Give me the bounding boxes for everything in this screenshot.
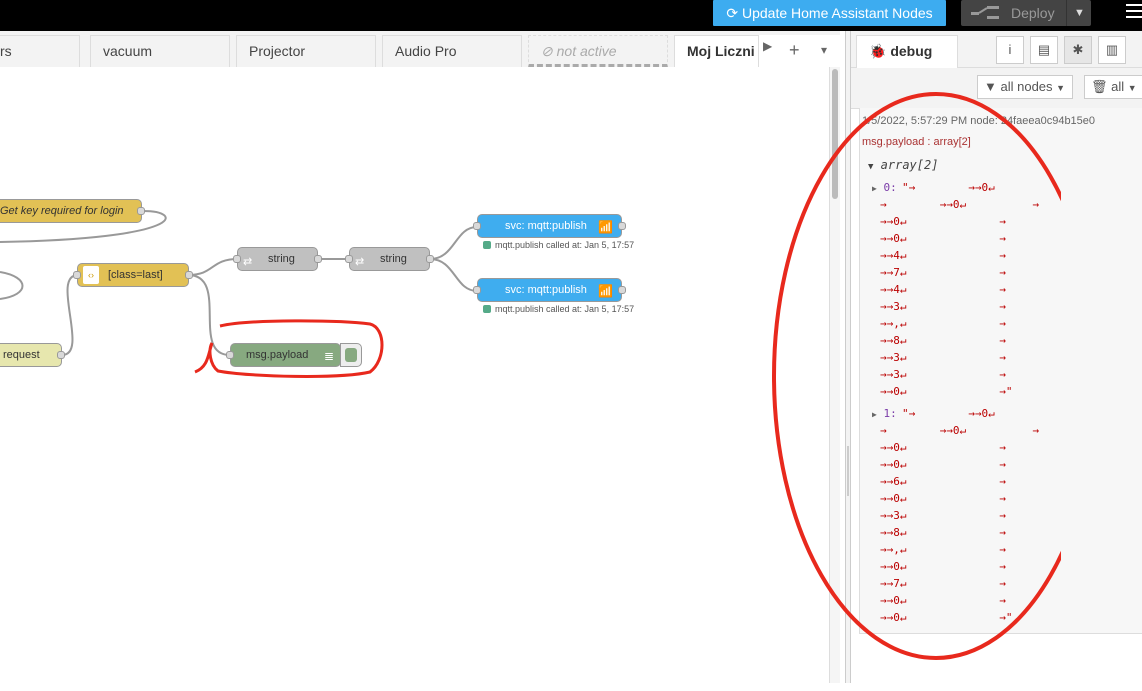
bug-icon: 🐞 (869, 43, 891, 59)
update-ha-nodes-button[interactable]: ⟳ Update Home Assistant Nodes (713, 0, 946, 26)
info-icon[interactable]: i (996, 36, 1024, 64)
clear-messages-dropdown[interactable]: 🗑 all ▼ (1084, 75, 1142, 99)
tab-audio-pro[interactable]: Audio Pro (382, 35, 522, 67)
flow-canvas[interactable]: Get key required for login ‹› [class=las… (0, 67, 840, 683)
node-status-1: mqtt.publish called at: Jan 5, 17:57 (483, 240, 634, 250)
function-node-get-key[interactable]: Get key required for login (0, 199, 145, 223)
tab-rs[interactable]: rs (0, 35, 80, 67)
router-icon: 📶 (598, 220, 613, 234)
workspace-tabs: rs vacuum Projector Audio Pro ⊘ not acti… (0, 31, 841, 68)
hamburger-menu-icon[interactable] (1126, 4, 1142, 22)
html-node-class-last[interactable]: ‹› [class=last] (73, 263, 193, 287)
scroll-right-icon[interactable]: ▶ (763, 39, 772, 53)
http-request-node[interactable]: request (0, 343, 65, 367)
tab-projector[interactable]: Projector (236, 35, 376, 67)
change-node-string-2[interactable]: ⇄ string (345, 247, 434, 271)
trash-icon: 🗑 (1091, 79, 1112, 94)
dashboard-chart-icon[interactable]: ▥ (1098, 36, 1126, 64)
deploy-menu-caret-icon[interactable]: ▼ (1074, 0, 1085, 26)
node-status-2: mqtt.publish called at: Jan 5, 17:57 (483, 304, 634, 314)
add-tab-button[interactable]: + (789, 35, 800, 65)
tab-not-active[interactable]: ⊘ not active (528, 35, 668, 67)
tab-vacuum[interactable]: vacuum (90, 35, 230, 67)
router-icon: 📶 (598, 284, 613, 298)
red-annotation-ellipse (772, 92, 1061, 660)
debug-bug-icon[interactable]: ✱ (1064, 36, 1092, 64)
tab-controls: ▶ + ▾ (758, 35, 841, 67)
change-node-string-1[interactable]: ⇄ string (233, 247, 322, 271)
help-book-icon[interactable]: ▤ (1030, 36, 1058, 64)
sidebar: 🐞 debug i ▤ ✱ ▥ ▼ all nodes ▼ 🗑 all ▼ 1/… (772, 31, 1142, 683)
mqtt-publish-node-2[interactable]: svc: mqtt:publish 📶 (473, 278, 626, 302)
mqtt-publish-node-1[interactable]: svc: mqtt:publish 📶 (473, 214, 626, 238)
change-icon: ⇄ (243, 256, 253, 268)
tab-list-menu-icon[interactable]: ▾ (821, 35, 827, 65)
chevron-down-icon: ▼ (1127, 83, 1137, 93)
html-code-icon: ‹› (83, 266, 99, 284)
red-annotation-highlight (194, 319, 384, 378)
header-bar: ⟳ Update Home Assistant Nodes Deploy ▼ (0, 0, 1142, 31)
tab-debug[interactable]: 🐞 debug (856, 35, 958, 68)
deploy-button[interactable]: Deploy ▼ (961, 0, 1091, 26)
deploy-icon (971, 6, 999, 19)
change-icon: ⇄ (355, 256, 365, 268)
disabled-icon: ⊘ (541, 43, 557, 59)
refresh-icon: ⟳ (726, 5, 742, 21)
